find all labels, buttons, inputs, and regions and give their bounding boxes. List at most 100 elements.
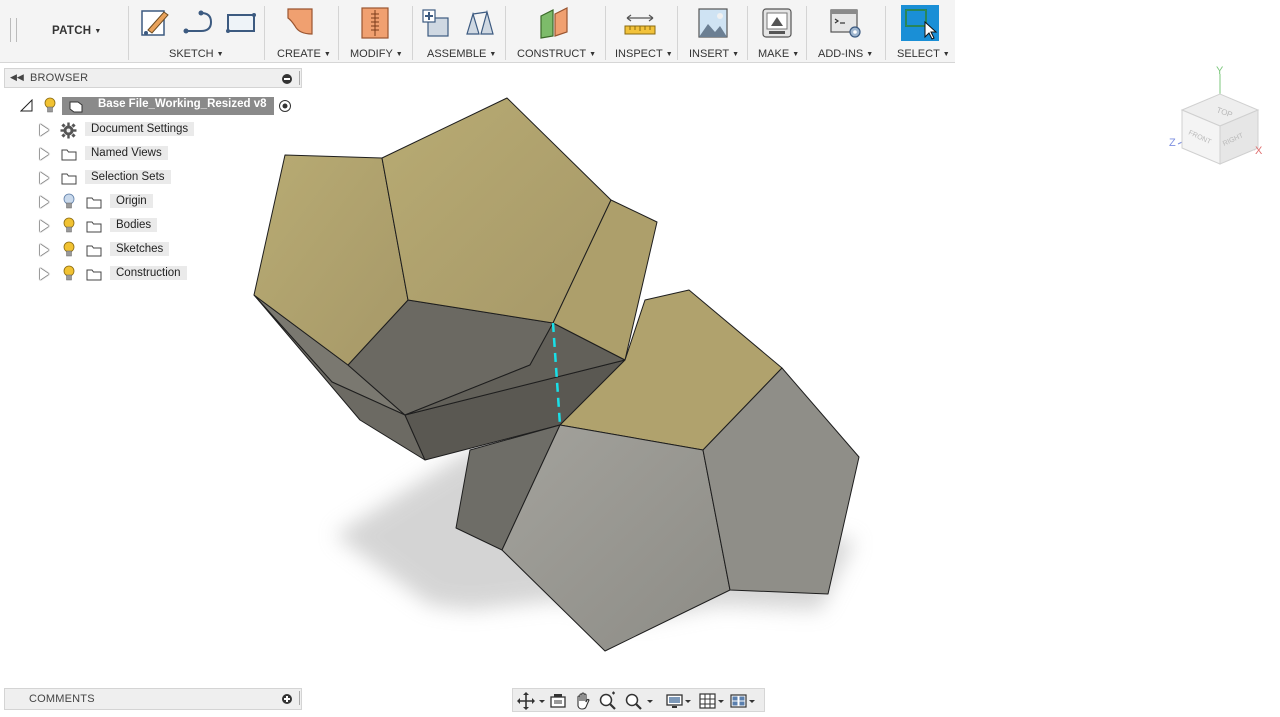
tree-row-construction[interactable]: Construction xyxy=(0,264,300,284)
chevron-down-icon: ▼ xyxy=(866,51,874,58)
folder-icon xyxy=(86,221,102,233)
assemble-menu[interactable]: ASSEMBLE ▼ xyxy=(427,48,496,60)
toolbar-separator xyxy=(605,6,606,60)
modify-menu-label: MODIFY xyxy=(350,48,393,60)
create-sketch-icon[interactable] xyxy=(138,6,172,40)
lightbulb-off-icon[interactable] xyxy=(62,193,76,210)
expand-triangle-icon[interactable] xyxy=(40,148,49,160)
look-at-button[interactable] xyxy=(549,691,567,711)
tree-label[interactable]: Document Settings xyxy=(85,122,195,136)
tree-row-selection-sets[interactable]: Selection Sets xyxy=(0,168,300,188)
tree-label[interactable]: Selection Sets xyxy=(85,170,171,184)
make-menu[interactable]: MAKE ▼ xyxy=(758,48,799,60)
component-icon xyxy=(69,101,83,113)
tree-row-document-settings[interactable]: Document Settings xyxy=(0,120,300,140)
sketch-menu[interactable]: SKETCH ▼ xyxy=(169,48,224,60)
expand-triangle-icon[interactable] xyxy=(40,196,49,208)
minimize-browser-icon[interactable] xyxy=(282,74,292,84)
view-cube[interactable]: TOP FRONT RIGHT Y X Z xyxy=(1160,62,1280,172)
expand-triangle-icon[interactable] xyxy=(40,124,49,136)
sketch-menu-label: SKETCH xyxy=(169,48,214,60)
3d-print-icon[interactable] xyxy=(760,6,794,40)
comments-title: COMMENTS xyxy=(29,693,95,705)
create-menu-label: CREATE xyxy=(277,48,321,60)
lightbulb-icon[interactable] xyxy=(62,217,76,234)
construct-menu[interactable]: CONSTRUCT ▼ xyxy=(517,48,596,60)
panel-resize-handle[interactable] xyxy=(299,71,302,85)
insert-menu[interactable]: INSERT ▼ xyxy=(689,48,739,60)
display-settings-icon xyxy=(666,694,691,708)
inspect-menu[interactable]: INSPECT ▼ xyxy=(615,48,673,60)
toolbar-separator xyxy=(338,6,339,60)
line-tool-icon[interactable] xyxy=(181,6,215,40)
select-cursor-icon xyxy=(905,9,938,40)
lightbulb-icon[interactable] xyxy=(62,241,76,258)
chevron-down-icon: ▼ xyxy=(323,51,331,58)
expanded-triangle-icon[interactable] xyxy=(20,99,33,112)
panel-resize-handle[interactable] xyxy=(299,691,302,705)
folder-icon xyxy=(61,173,77,185)
toolbar-separator xyxy=(806,6,807,60)
modify-tool-icon[interactable] xyxy=(358,6,392,40)
expand-triangle-icon[interactable] xyxy=(40,268,49,280)
folder-icon xyxy=(86,245,102,257)
pan-button[interactable] xyxy=(573,691,593,711)
multiple-views-icon xyxy=(730,694,755,708)
tree-label[interactable]: Named Views xyxy=(85,146,168,160)
toolbar-separator xyxy=(128,6,129,60)
activate-radio-icon[interactable] xyxy=(278,99,292,113)
browser-panel-header: ◀◀ BROWSER xyxy=(4,68,302,88)
select-menu[interactable]: SELECT ▼ xyxy=(897,48,950,60)
root-component-label[interactable]: Base File_Working_Resized v8 xyxy=(92,97,273,111)
tree-row-sketches[interactable]: Sketches xyxy=(0,240,300,260)
zoom-button[interactable] xyxy=(598,691,618,711)
insert-image-icon[interactable] xyxy=(696,6,730,40)
tree-label[interactable]: Origin xyxy=(110,194,153,208)
lightbulb-icon[interactable] xyxy=(62,265,76,282)
addins-menu-label: ADD-INS xyxy=(818,48,864,60)
expand-triangle-icon[interactable] xyxy=(40,244,49,256)
addins-menu[interactable]: ADD-INS ▼ xyxy=(818,48,873,60)
orbit-icon xyxy=(517,692,545,710)
construct-plane-icon[interactable] xyxy=(537,6,571,40)
modify-menu[interactable]: MODIFY ▼ xyxy=(350,48,403,60)
viewports-button[interactable] xyxy=(729,691,757,711)
inspect-menu-label: INSPECT xyxy=(615,48,663,60)
create-patch-icon[interactable] xyxy=(285,6,319,40)
scripts-addins-icon[interactable] xyxy=(829,6,863,40)
joint-tool-icon[interactable] xyxy=(463,6,497,40)
create-menu[interactable]: CREATE ▼ xyxy=(277,48,331,60)
browser-root-row[interactable]: Base File_Working_Resized v8 xyxy=(0,96,300,116)
tree-row-origin[interactable]: Origin xyxy=(0,192,300,212)
expand-triangle-icon[interactable] xyxy=(40,172,49,184)
toolbar-grip[interactable] xyxy=(10,18,17,42)
orbit-button[interactable] xyxy=(517,691,547,711)
tree-row-bodies[interactable]: Bodies xyxy=(0,216,300,236)
collapse-panel-icon[interactable]: ◀◀ xyxy=(10,72,24,83)
construct-menu-label: CONSTRUCT xyxy=(517,48,587,60)
toolbar-separator xyxy=(505,6,506,60)
toolbar-separator xyxy=(885,6,886,60)
rectangle-tool-icon[interactable] xyxy=(224,6,258,40)
grid-settings-button[interactable] xyxy=(698,691,726,711)
display-settings-button[interactable] xyxy=(665,691,693,711)
tree-row-named-views[interactable]: Named Views xyxy=(0,144,300,164)
axis-x-label: X xyxy=(1255,145,1263,157)
tree-label[interactable]: Sketches xyxy=(110,242,170,256)
zoom-window-icon xyxy=(625,693,653,710)
lightbulb-icon[interactable] xyxy=(43,97,57,114)
folder-icon xyxy=(86,269,102,281)
measure-icon[interactable] xyxy=(623,6,657,40)
tree-label[interactable]: Bodies xyxy=(110,218,158,232)
workspace-switcher[interactable]: PATCH ▼ xyxy=(52,25,102,37)
new-component-icon[interactable] xyxy=(420,6,454,40)
chevron-down-icon: ▼ xyxy=(589,51,596,58)
comments-panel-header[interactable]: COMMENTS xyxy=(4,688,302,710)
zoom-window-button[interactable] xyxy=(623,691,655,711)
select-tool-button[interactable] xyxy=(901,5,939,41)
expand-triangle-icon[interactable] xyxy=(40,220,49,232)
axis-z-label: Z xyxy=(1169,137,1176,149)
add-comment-icon[interactable] xyxy=(282,694,292,704)
chevron-down-icon: ▼ xyxy=(489,51,497,58)
tree-label[interactable]: Construction xyxy=(110,266,187,280)
